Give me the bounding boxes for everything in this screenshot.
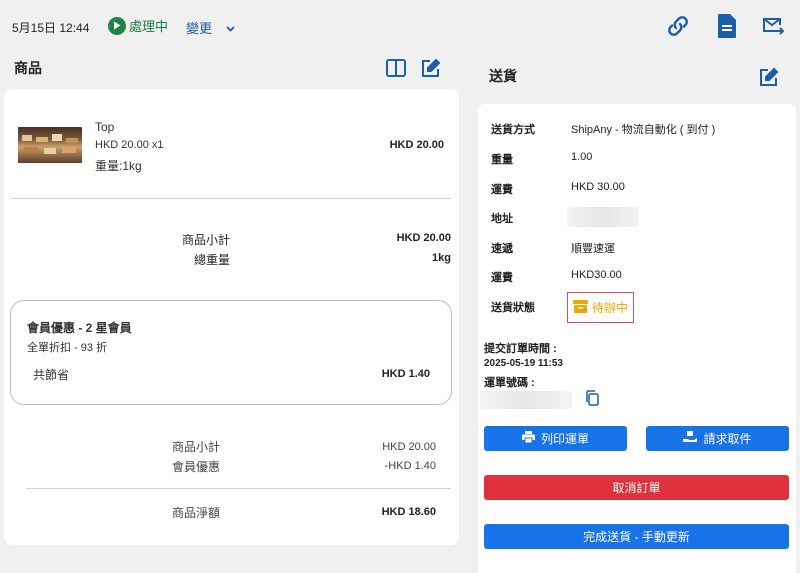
total-weight-label: 總重量	[193, 253, 230, 267]
shipping-fee-label: 運費	[491, 184, 513, 196]
link-icon[interactable]	[665, 13, 691, 39]
courier-value: 順豐速運	[571, 243, 615, 255]
delivery-status-badge[interactable]: 待辦中	[567, 292, 634, 323]
saved-value: HKD 1.40	[381, 368, 430, 380]
saved-label: 共節省	[33, 368, 70, 382]
subtotal-value: HKD 20.00	[396, 232, 451, 244]
discount-desc: 全單折扣 - 93 折	[27, 342, 108, 354]
complete-delivery-button[interactable]: 完成送貨 - 手動更新	[484, 524, 789, 549]
chevron-down-icon	[226, 20, 235, 35]
product-price-qty: HKD 20.00 x1	[95, 139, 164, 151]
weight-label: 重量	[491, 154, 513, 166]
product-line-total: HKD 20.00	[389, 139, 444, 151]
shipping-method-label: 送貨方式	[491, 124, 535, 136]
net-total-value: HKD 18.60	[381, 506, 436, 518]
change-status-label: 變更	[186, 21, 213, 36]
freight-label: 運費	[491, 272, 513, 284]
tracking-number-redacted	[480, 391, 572, 409]
order-date: 5月15日 12:44	[12, 21, 90, 35]
change-status-button[interactable]: 變更	[186, 18, 235, 37]
copy-icon[interactable]	[585, 390, 599, 406]
archive-box-icon	[572, 299, 588, 316]
document-icon[interactable]	[717, 13, 737, 39]
net-total-label: 商品淨額	[171, 506, 220, 520]
freight-value: HKD30.00	[571, 269, 622, 281]
total-weight-value: 1kg	[432, 252, 451, 264]
shipping-method-value: ShipAny - 物流自動化 ( 到付 )	[571, 124, 716, 136]
edit-icon[interactable]	[759, 67, 779, 87]
printer-icon	[521, 431, 535, 446]
edit-icon[interactable]	[421, 58, 441, 78]
mail-forward-icon[interactable]	[762, 16, 784, 36]
submitted-time-label: 提交訂單時間 :	[484, 343, 557, 355]
weight-value: 1.00	[571, 151, 593, 163]
shipping-fee-value: HKD 30.00	[571, 181, 625, 193]
shipping-title: 送貨	[489, 68, 517, 84]
submitted-time-value: 2025-05-19 11:53	[484, 358, 563, 369]
play-icon	[108, 16, 126, 35]
address-value-redacted	[567, 207, 639, 227]
request-pickup-button[interactable]: 請求取件	[646, 426, 789, 451]
courier-label: 速遞	[491, 243, 513, 255]
discount-title: 會員優惠 - 2 星會員	[27, 321, 132, 335]
product-weight: 重量:1kg	[95, 159, 142, 173]
columns-icon[interactable]	[386, 59, 406, 77]
summary-member-value: -HKD 1.40	[384, 460, 436, 472]
delivery-status-label: 送貨狀態	[491, 302, 535, 314]
shipping-card	[478, 104, 796, 573]
address-label: 地址	[491, 213, 513, 225]
hand-box-icon	[683, 431, 698, 446]
summary-member-label: 會員優惠	[171, 460, 220, 474]
delivery-status-text: 待辦中	[591, 301, 628, 315]
product-name[interactable]: Top	[95, 120, 114, 134]
product-image[interactable]	[18, 127, 82, 163]
summary-subtotal-label: 商品小計	[171, 440, 220, 454]
subtotal-label: 商品小計	[181, 233, 230, 247]
products-title: 商品	[14, 60, 42, 76]
cancel-order-button[interactable]: 取消訂單	[484, 475, 789, 500]
divider	[26, 488, 451, 489]
request-pickup-label: 請求取件	[703, 432, 752, 446]
print-waybill-button[interactable]: 列印運單	[484, 426, 627, 451]
summary-subtotal-value: HKD 20.00	[382, 441, 436, 453]
cancel-order-label: 取消訂單	[612, 481, 661, 495]
divider	[11, 198, 451, 199]
tracking-number-label: 運單號碼 :	[484, 377, 535, 389]
print-waybill-label: 列印運單	[540, 432, 589, 446]
order-status-label: 處理中	[129, 19, 169, 34]
order-status[interactable]: 處理中	[108, 16, 168, 35]
complete-delivery-label: 完成送貨 - 手動更新	[583, 530, 690, 544]
